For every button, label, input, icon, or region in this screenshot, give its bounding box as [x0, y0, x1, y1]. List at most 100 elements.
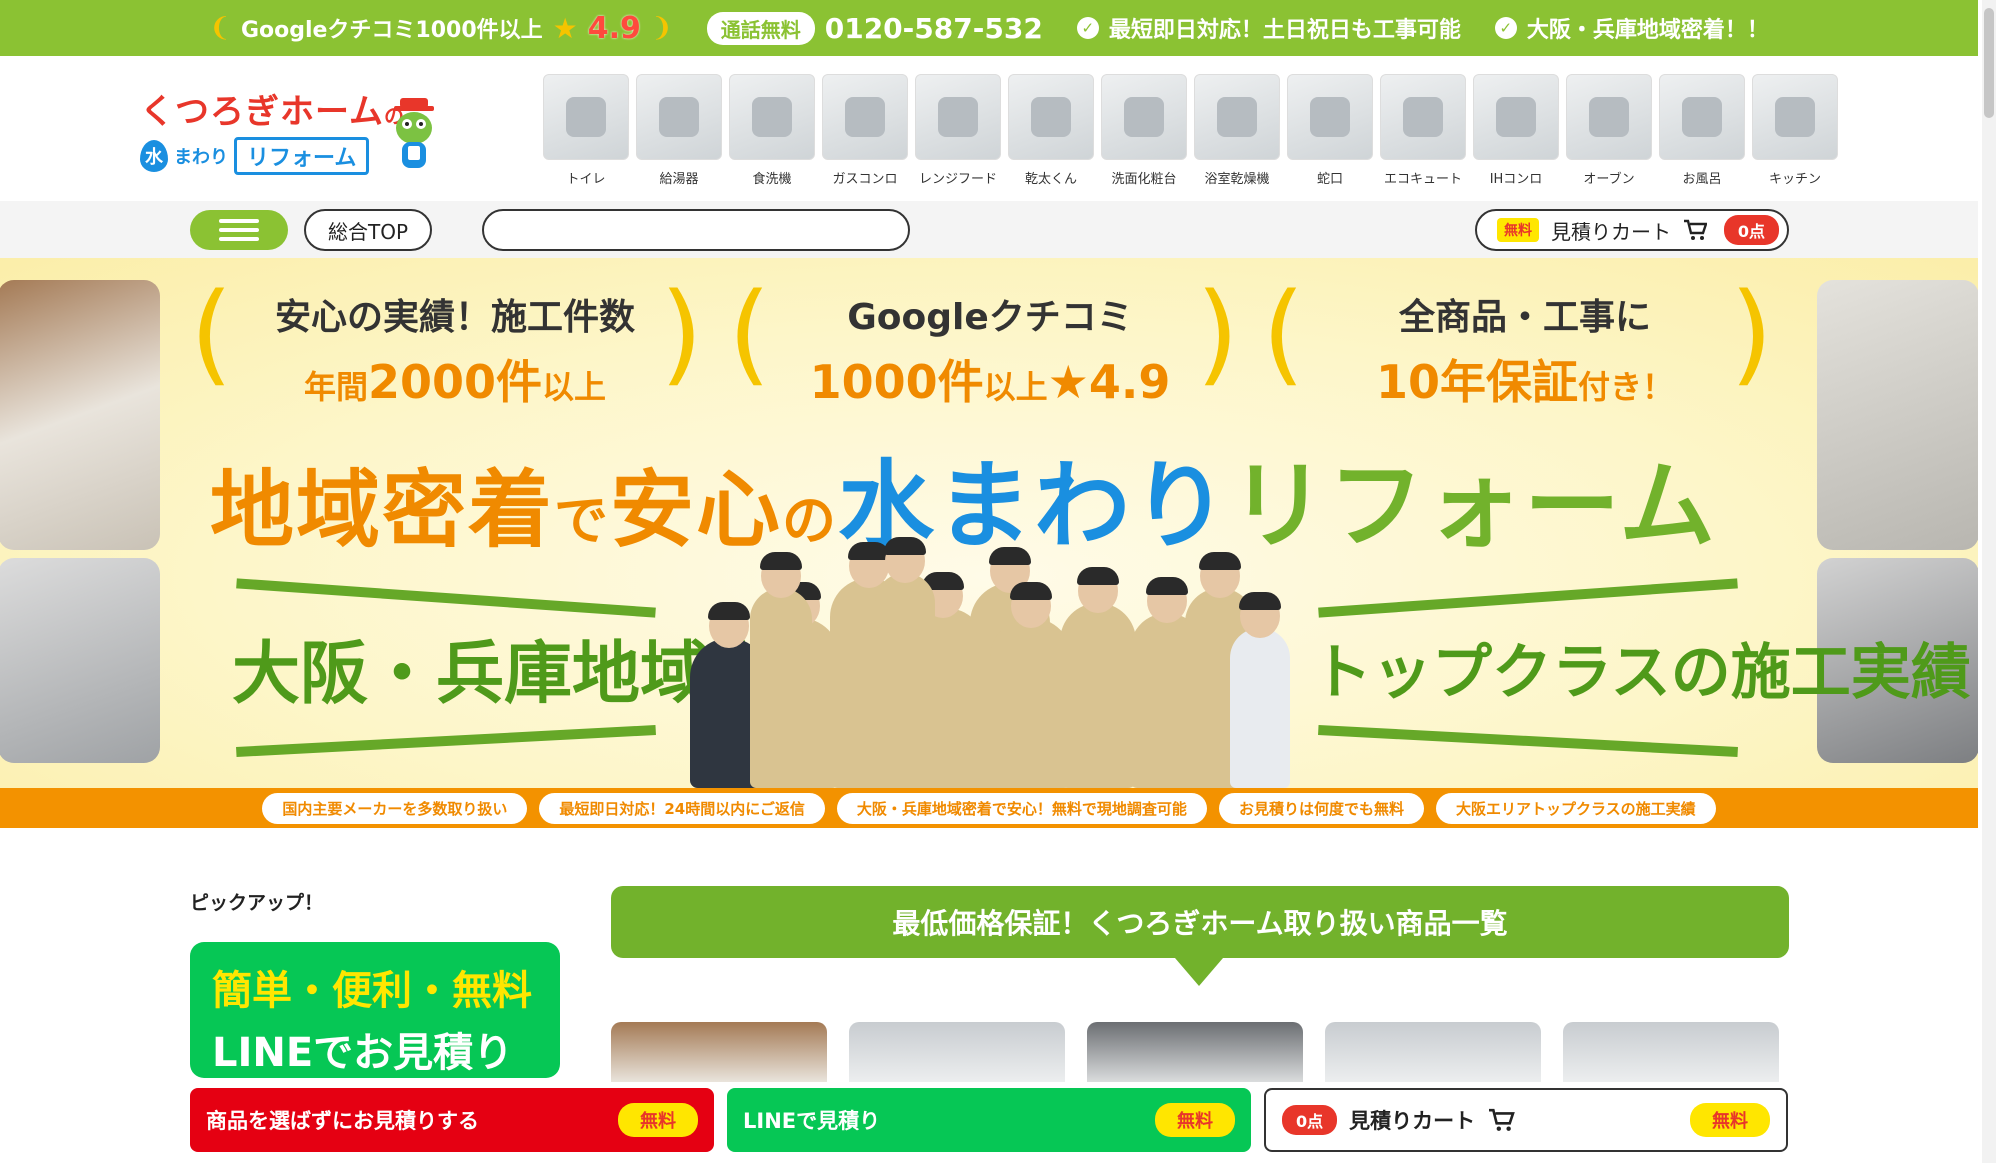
menu-line — [219, 219, 259, 223]
feature-chip: お見積りは何度でも無料 — [1218, 792, 1424, 824]
footer-cart-button[interactable]: 0点 見積りカート 無料 — [1264, 1088, 1788, 1152]
product-category-faucet[interactable]: 蛇口 — [1287, 74, 1373, 187]
free-badge: 無料 — [1497, 218, 1539, 242]
product-thumb — [1101, 74, 1187, 160]
vanity-icon — [1124, 97, 1164, 137]
laurel-left-icon: ❨ — [209, 13, 231, 43]
product-thumb — [915, 74, 1001, 160]
point-1: ✓ 最短即日対応！土日祝日も工事可能 — [1076, 12, 1461, 44]
product-thumb — [1287, 74, 1373, 160]
hero-banner[interactable]: ( ) ( ) ( ) 安心の実績！施工件数 年間2000件以上 Googleク… — [0, 258, 1978, 788]
water-drop-icon: 水 — [140, 140, 168, 172]
product-category-label: レンジフード — [918, 172, 997, 187]
staff-group-photo — [690, 537, 1290, 788]
product-thumb — [822, 74, 908, 160]
product-category-ecocute[interactable]: エコキュート — [1380, 74, 1466, 187]
ih-stove-icon — [1496, 97, 1536, 137]
product-category-label: キッチン — [1768, 172, 1821, 187]
menu-line — [219, 237, 259, 241]
point-2-text: 大阪・兵庫地域密着！！ — [1526, 18, 1769, 43]
estimate-without-product-button[interactable]: 商品を選ばずにお見積りする 無料 — [190, 1088, 714, 1152]
bath-dryer-icon — [1217, 97, 1257, 137]
product-category-label: IHコンロ — [1489, 172, 1543, 187]
product-category-label: トイレ — [566, 172, 606, 187]
site-logo[interactable]: くつろぎホームの 水 まわり リフォーム — [140, 84, 440, 194]
stat-google-reviews: Googleクチコミ 1000件以上★4.9 — [809, 297, 1171, 409]
line-estimate-banner[interactable]: 簡単・便利・無料 LINEでお見積り — [190, 942, 560, 1078]
phone-group[interactable]: 通話無料 0120-587-532 — [706, 11, 1043, 45]
product-thumb — [1566, 74, 1652, 160]
product-category-label: 蛇口 — [1316, 172, 1343, 187]
slogan-rule — [236, 725, 656, 757]
cart-count: 0点 — [1723, 215, 1779, 245]
feature-chip: 大阪エリアトップクラスの施工実績 — [1435, 792, 1716, 824]
product-category-bathtub[interactable]: お風呂 — [1659, 74, 1745, 187]
phone-number[interactable]: 0120-587-532 — [825, 12, 1043, 45]
product-card-gas-stove[interactable] — [1325, 1022, 1541, 1082]
stat-warranty: 全商品・工事に 10年保証付き！ — [1375, 297, 1675, 409]
product-thumb — [1380, 74, 1466, 160]
product-thumb — [1752, 74, 1838, 160]
product-category-vanity[interactable]: 洗面化粧台 — [1101, 74, 1187, 187]
product-category-dishwasher[interactable]: 食洗機 — [729, 74, 815, 187]
free-badge: 無料 — [1690, 1103, 1770, 1137]
scrollbar-thumb[interactable] — [1984, 8, 1994, 118]
product-category-label: お風呂 — [1682, 172, 1722, 187]
star-icon: ★ — [552, 11, 578, 45]
free-call-badge: 通話無料 — [706, 11, 815, 45]
hamburger-menu-button[interactable] — [190, 210, 288, 250]
slogan-rule — [1318, 725, 1738, 757]
product-category-gas-stove[interactable]: ガスコンロ — [822, 74, 908, 187]
product-category-bath-dryer[interactable]: 浴室乾燥機 — [1194, 74, 1280, 187]
logo-name: くつろぎホーム — [140, 92, 384, 132]
product-category-label: オーブン — [1583, 172, 1635, 187]
product-category-label: 給湯器 — [659, 172, 699, 187]
product-card-toilet[interactable] — [611, 1022, 827, 1082]
google-review-text: Googleクチコミ1000件以上 — [240, 18, 543, 43]
product-category-label: 洗面化粧台 — [1111, 172, 1177, 187]
product-category-ih-stove[interactable]: IHコンロ — [1473, 74, 1559, 187]
home-top-button[interactable]: 総合TOP — [304, 209, 432, 251]
product-category-label: 浴室乾燥機 — [1204, 172, 1270, 187]
dishwasher-icon — [752, 97, 792, 137]
cart-label: 見積りカート — [1551, 219, 1671, 244]
check-icon: ✓ — [1076, 17, 1099, 39]
water-heater-photo — [1817, 280, 1978, 550]
cart-label: 見積りカート — [1349, 1109, 1476, 1133]
check-icon: ✓ — [1494, 17, 1517, 39]
estimate-cart-button[interactable]: 無料 見積りカート 0点 — [1475, 209, 1789, 251]
product-category-label: 食洗機 — [752, 172, 792, 187]
product-category-kitchen[interactable]: キッチン — [1752, 74, 1838, 187]
product-thumb — [1008, 74, 1094, 160]
search-input[interactable] — [482, 209, 910, 251]
product-category-dryer[interactable]: 乾太くん — [1008, 74, 1094, 187]
toilet-photo — [0, 280, 160, 550]
slogan-rule — [1318, 578, 1738, 618]
product-thumb — [1473, 74, 1559, 160]
product-category-water-heater[interactable]: 給湯器 — [636, 74, 722, 187]
product-thumb — [636, 74, 722, 160]
water-heater-icon — [659, 97, 699, 137]
product-category-oven[interactable]: オーブン — [1566, 74, 1652, 187]
page-scrollbar[interactable] — [1982, 0, 1996, 1163]
google-review-badge: ❨ Googleクチコミ1000件以上 ★ 4.9 ❩ — [209, 11, 673, 46]
product-card-water-heater[interactable] — [849, 1022, 1065, 1082]
product-grid — [611, 1022, 1779, 1082]
product-category-label: エコキュート — [1383, 172, 1462, 187]
stat-construction-count: 安心の実績！施工件数 年間2000件以上 — [274, 297, 635, 409]
product-category-toilet[interactable]: トイレ — [543, 74, 629, 187]
logo-reform: リフォーム — [234, 137, 370, 175]
product-category-range-hood[interactable]: レンジフード — [915, 74, 1001, 187]
dryer-icon — [1031, 97, 1071, 137]
ecocute-icon — [1403, 97, 1443, 137]
site-header: くつろぎホームの 水 まわり リフォーム トイレ 給湯器 食洗機 ガスコンロ レンジフー… — [0, 56, 1978, 201]
feature-chip: 最短即日対応！24時間以内にご返信 — [539, 792, 825, 824]
product-category-label: ガスコンロ — [832, 172, 898, 187]
toilet-icon — [566, 97, 606, 137]
product-card-range-hood[interactable] — [1563, 1022, 1779, 1082]
kitchen-icon — [1775, 97, 1815, 137]
line-estimate-button[interactable]: LINEで見積り 無料 — [727, 1088, 1251, 1152]
product-category-nav: トイレ 給湯器 食洗機 ガスコンロ レンジフード 乾太くん 洗面化粧台 浴室乾燥機 蛇口 エコキュ… — [543, 74, 1838, 187]
feature-chip: 大阪・兵庫地域密着で安心！無料で現地調査可能 — [836, 792, 1207, 824]
product-card-dishwasher[interactable] — [1087, 1022, 1303, 1082]
